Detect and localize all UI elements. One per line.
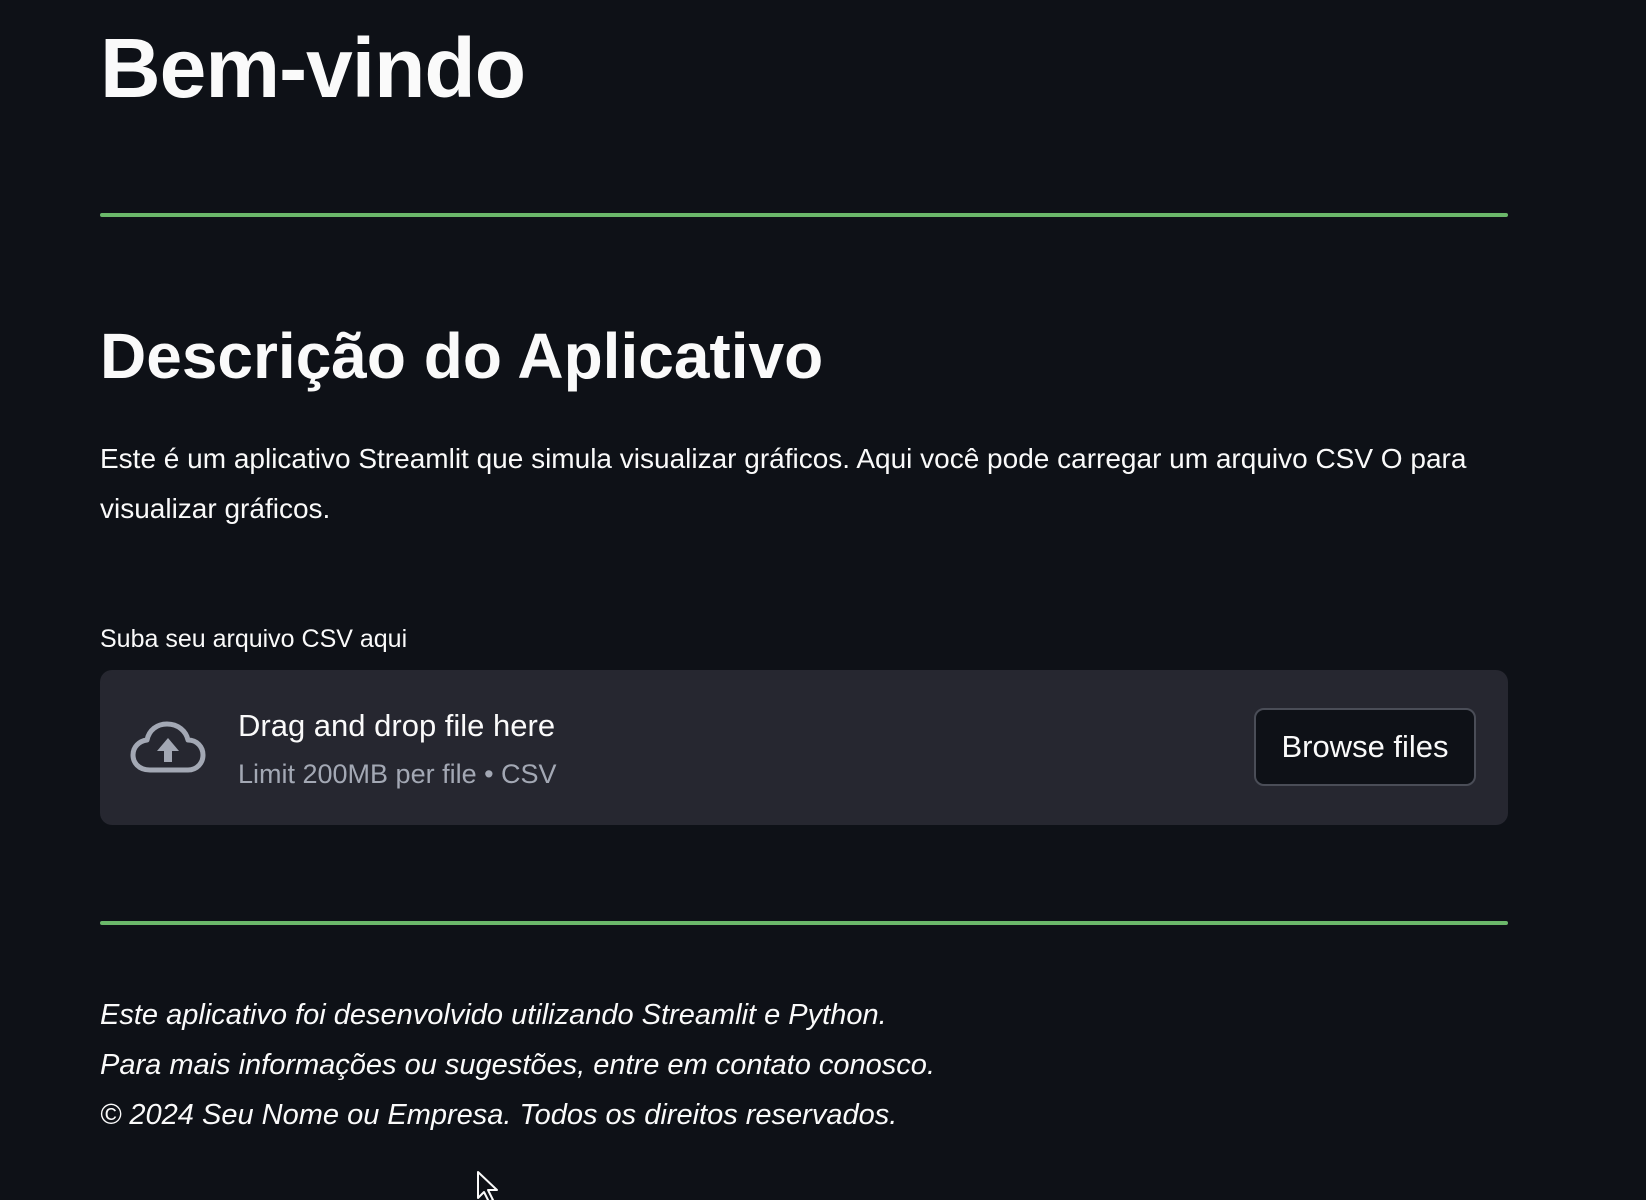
file-dropzone[interactable]: Drag and drop file here Limit 200MB per … (100, 670, 1508, 825)
app-page: Bem-vindo Descrição do Aplicativo Este é… (0, 0, 1646, 1200)
section-heading: Descrição do Aplicativo (100, 320, 824, 392)
footer: Este aplicativo foi desenvolvido utiliza… (100, 990, 1508, 1140)
dropzone-limit-text: Limit 200MB per file • CSV (238, 759, 557, 789)
divider-bottom (100, 921, 1508, 925)
mouse-cursor-icon (477, 1171, 498, 1200)
dropzone-instructions: Drag and drop file here (238, 708, 556, 743)
browse-files-button[interactable]: Browse files (1254, 708, 1476, 786)
file-uploader-label: Suba seu arquivo CSV aqui (100, 625, 408, 653)
cloud-upload-icon (130, 721, 206, 773)
description-text: Este é um aplicativo Streamlit que simul… (100, 443, 1467, 524)
divider-top (100, 213, 1508, 217)
footer-line-2: Para mais informações ou sugestões, entr… (100, 1049, 935, 1081)
page-title: Bem-vindo (100, 21, 526, 115)
footer-line-3: © 2024 Seu Nome ou Empresa. Todos os dir… (100, 1099, 898, 1131)
footer-line-1: Este aplicativo foi desenvolvido utiliza… (100, 999, 887, 1031)
